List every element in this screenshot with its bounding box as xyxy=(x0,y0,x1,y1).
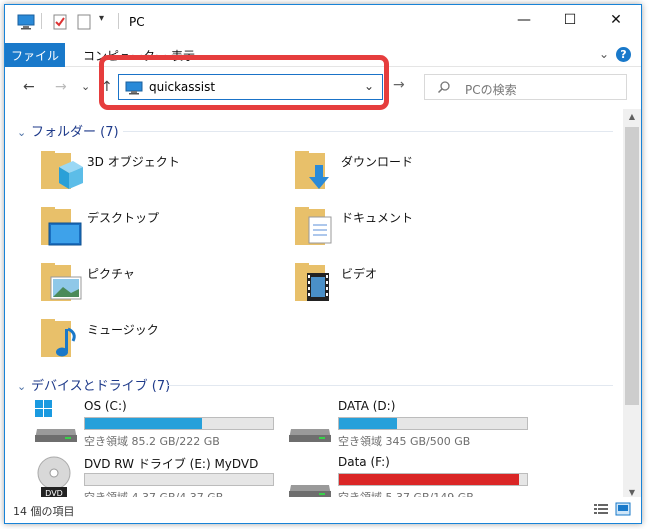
drive-free-space: 空き領域 85.2 GB/222 GB xyxy=(84,435,220,448)
scroll-up-icon[interactable]: ▲ xyxy=(623,109,641,125)
windows-drive-icon xyxy=(33,399,79,445)
drive-usage-fill xyxy=(85,418,202,429)
drive-free-space: 空き領域 345 GB/500 GB xyxy=(338,435,471,448)
drive-item-c[interactable]: OS (C:) 空き領域 85.2 GB/222 GB xyxy=(33,399,283,455)
drive-name: DATA (D:) xyxy=(338,399,396,413)
music-folder-icon xyxy=(39,317,83,361)
scroll-thumb[interactable] xyxy=(625,127,639,405)
drive-usage-bar xyxy=(84,473,274,486)
title-separator xyxy=(41,13,42,29)
documents-folder-icon xyxy=(293,205,337,249)
drive-usage-fill xyxy=(339,418,398,429)
drive-name: Data (F:) xyxy=(338,455,390,469)
status-bar: 14 個の項目 xyxy=(5,497,641,523)
folder-label: デスクトップ xyxy=(87,211,160,225)
folder-label: ダウンロード xyxy=(341,155,414,169)
properties-icon[interactable] xyxy=(53,14,67,33)
content-pane: ⌄ フォルダー (7) 3D オブジェクト ダウンロード デスクトップ ドキュメ… xyxy=(5,109,623,504)
forward-button[interactable]: → xyxy=(55,79,67,95)
pictures-folder-icon xyxy=(39,261,83,305)
videos-folder-icon xyxy=(293,261,337,305)
window-title: PC xyxy=(129,15,145,29)
folder-label: ミュージック xyxy=(87,323,159,337)
folder-item-downloads[interactable]: ダウンロード xyxy=(293,149,533,197)
downloads-folder-icon xyxy=(293,149,337,193)
folder-item-pictures[interactable]: ピクチャ xyxy=(39,261,279,309)
expand-ribbon-icon[interactable]: ⌄ xyxy=(599,47,609,61)
minimize-button[interactable]: — xyxy=(501,5,547,35)
details-view-icon[interactable] xyxy=(593,502,609,516)
drive-item-d[interactable]: DATA (D:) 空き領域 345 GB/500 GB xyxy=(287,399,537,455)
drive-usage-fill xyxy=(339,474,520,485)
drive-usage-bar xyxy=(338,417,528,430)
hard-drive-icon xyxy=(287,399,333,445)
help-icon[interactable]: ? xyxy=(616,47,631,62)
folder-item-desktop[interactable]: デスクトップ xyxy=(39,205,279,253)
devices-section-header[interactable]: ⌄ デバイスとドライブ (7) xyxy=(17,375,170,394)
hard-drive-icon xyxy=(287,455,333,501)
folder-item-3d-objects[interactable]: 3D オブジェクト xyxy=(39,149,279,197)
collapse-chevron-icon[interactable]: ⌄ xyxy=(17,380,31,393)
title-bar: ▾ PC — ☐ ✕ xyxy=(5,5,641,39)
folders-header-label: フォルダー (7) xyxy=(31,125,119,140)
drive-name: DVD RW ドライブ (E:) MyDVD xyxy=(84,457,259,471)
back-button[interactable]: ← xyxy=(23,79,35,95)
search-input[interactable]: PCの検索 xyxy=(465,81,517,98)
go-button[interactable]: → xyxy=(393,77,405,93)
customize-toolbar-icon[interactable]: ▾ xyxy=(99,13,104,24)
large-icons-view-icon[interactable] xyxy=(615,502,631,516)
address-highlight-box xyxy=(99,55,389,110)
section-divider xyxy=(167,385,613,386)
item-count: 14 個の項目 xyxy=(13,505,75,518)
drive-usage-bar xyxy=(84,417,274,430)
devices-header-label: デバイスとドライブ (7) xyxy=(31,379,171,394)
folder-label: 3D オブジェクト xyxy=(87,155,180,169)
folder-item-videos[interactable]: ビデオ xyxy=(293,261,533,309)
vertical-scrollbar[interactable]: ▲ ▼ xyxy=(623,109,641,501)
new-folder-icon[interactable] xyxy=(77,14,91,33)
search-box[interactable]: PCの検索 xyxy=(424,74,627,100)
drive-name: OS (C:) xyxy=(84,399,127,413)
search-icon xyxy=(437,80,451,97)
section-divider xyxy=(123,131,613,132)
folder-item-music[interactable]: ミュージック xyxy=(39,317,279,365)
folders-section-header[interactable]: ⌄ フォルダー (7) xyxy=(17,121,119,140)
dvd-drive-icon: DVD xyxy=(33,455,79,501)
folder-item-documents[interactable]: ドキュメント xyxy=(293,205,533,253)
folder-label: ビデオ xyxy=(341,267,378,281)
folder-label: ピクチャ xyxy=(87,267,135,281)
close-button[interactable]: ✕ xyxy=(593,5,639,35)
folder-label: ドキュメント xyxy=(341,211,414,225)
recent-locations-button[interactable]: ⌄ xyxy=(81,80,90,93)
collapse-chevron-icon[interactable]: ⌄ xyxy=(17,126,31,139)
drive-usage-bar xyxy=(338,473,528,486)
3d-objects-folder-icon xyxy=(39,149,83,193)
computer-icon[interactable] xyxy=(17,14,35,33)
maximize-button[interactable]: ☐ xyxy=(547,5,593,35)
tab-file[interactable]: ファイル xyxy=(5,43,65,67)
desktop-folder-icon xyxy=(39,205,83,249)
title-separator-2 xyxy=(118,13,119,29)
